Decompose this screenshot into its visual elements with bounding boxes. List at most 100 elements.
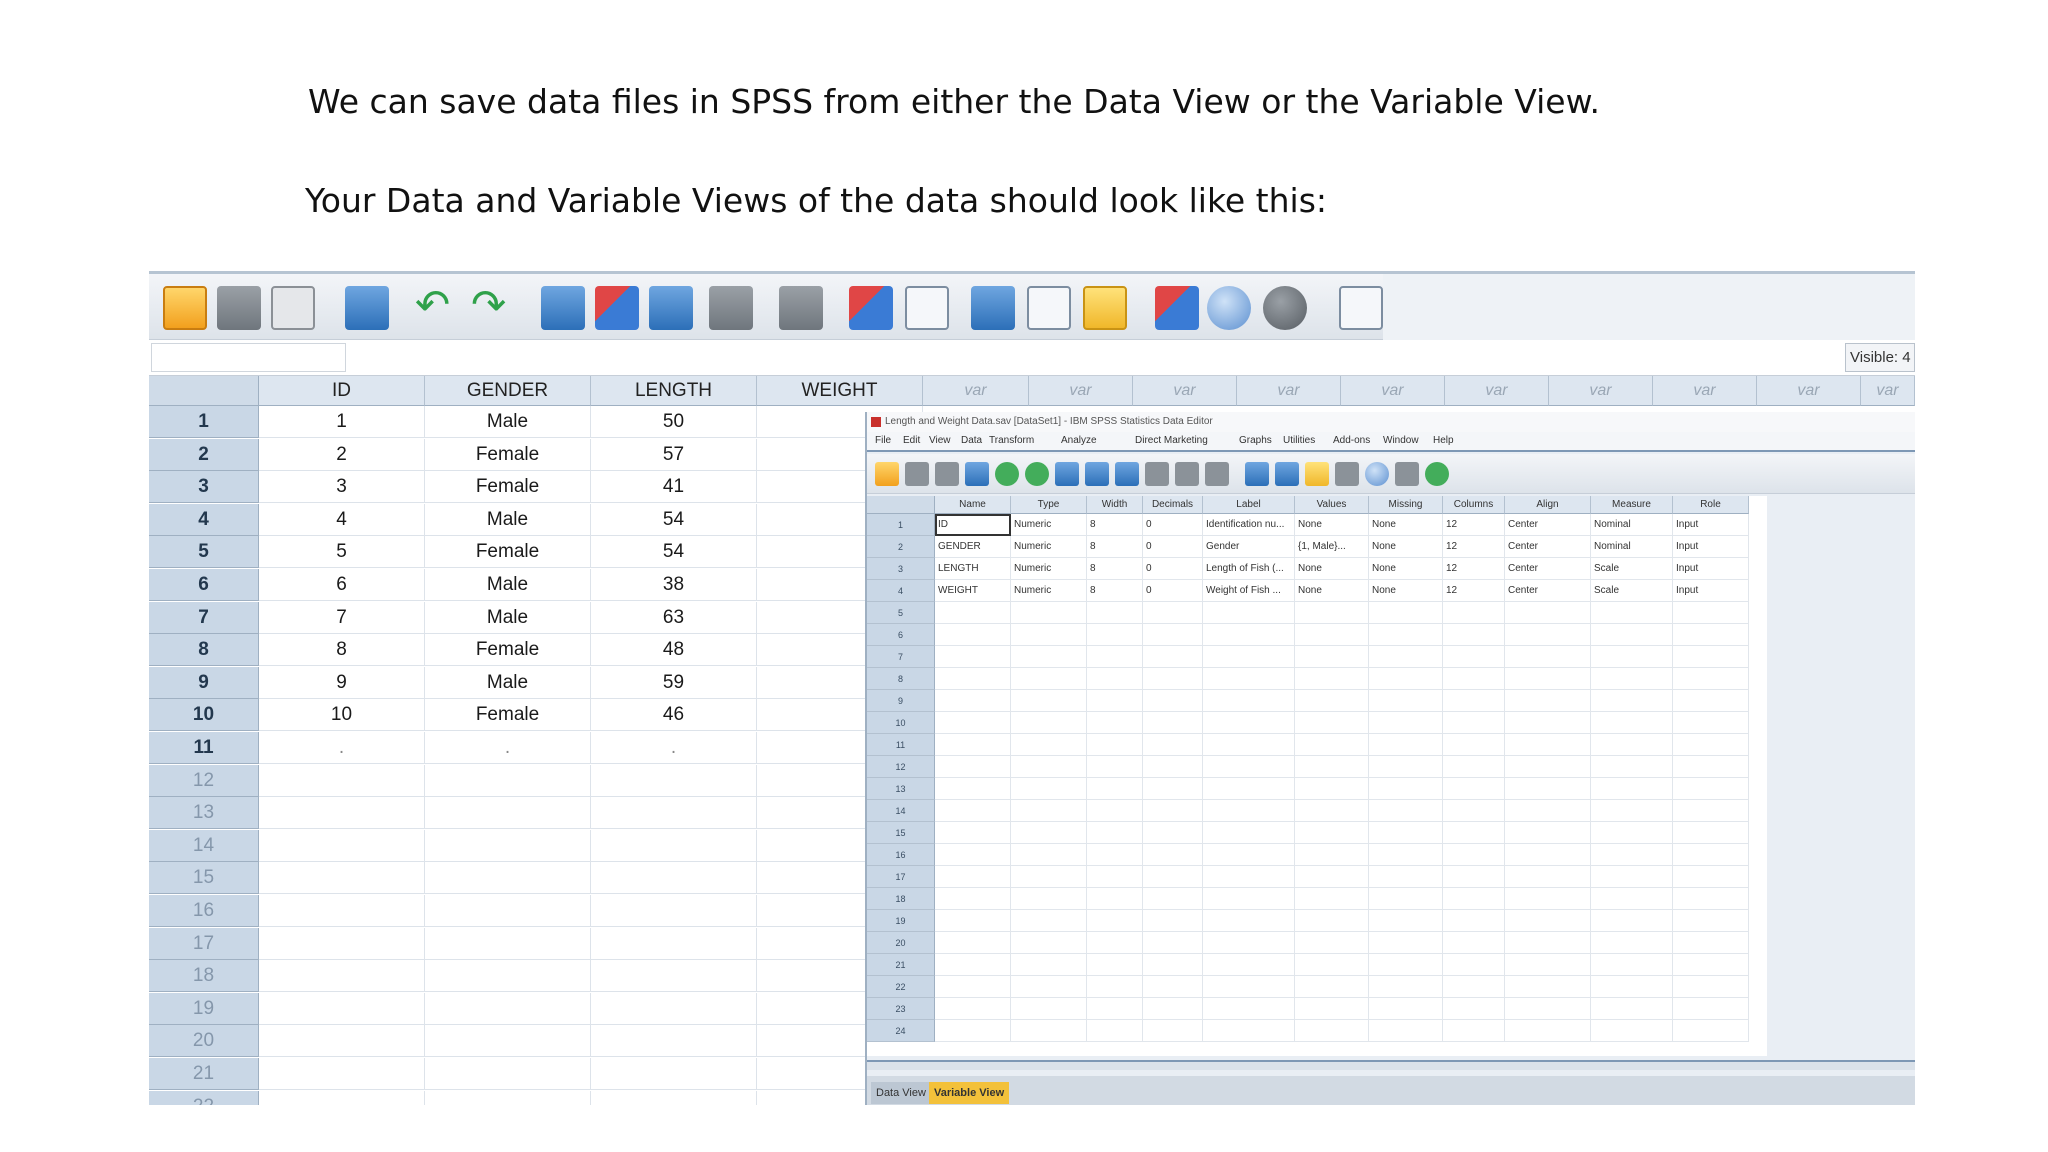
variable-cell[interactable] [1591,844,1673,866]
tab-variable-view[interactable]: Variable View [929,1082,1010,1104]
table-cell[interactable] [425,764,591,797]
variable-cell[interactable]: None [1295,558,1369,580]
variable-cell[interactable] [1443,932,1505,954]
column-header[interactable]: var [1341,376,1445,406]
variable-cell[interactable] [1591,756,1673,778]
toolbar-icon[interactable] [1175,462,1199,486]
variable-cell[interactable]: {1, Male}... [1295,536,1369,558]
variable-cell[interactable]: None [1295,514,1369,536]
variable-cell[interactable] [1143,668,1203,690]
table-cell[interactable]: 50 [591,406,757,438]
variable-cell[interactable]: 8 [1087,558,1143,580]
variable-cell[interactable]: Center [1505,580,1591,602]
variable-row-number[interactable]: 24 [867,1020,935,1042]
toolbar-icon[interactable] [965,462,989,486]
table-cell[interactable]: 1 [259,406,425,438]
variable-cell[interactable] [1203,822,1295,844]
variable-row-number[interactable]: 7 [867,646,935,668]
table-cell[interactable]: 3 [259,471,425,504]
variable-row-number[interactable]: 22 [867,976,935,998]
column-header[interactable]: var [1549,376,1653,406]
variable-cell[interactable] [1011,954,1087,976]
variable-cell[interactable]: Scale [1591,558,1673,580]
variable-cell[interactable] [1369,602,1443,624]
toolbar-icon[interactable] [1145,462,1169,486]
variable-cell[interactable] [1505,888,1591,910]
variable-cell[interactable] [1369,1020,1443,1042]
table-cell[interactable] [259,1025,425,1058]
table-cell[interactable]: Male [425,666,591,699]
variable-cell[interactable]: Gender [1203,536,1295,558]
variable-cell[interactable] [1203,932,1295,954]
toolbar-icon[interactable] [1425,462,1449,486]
variable-cell[interactable] [1591,668,1673,690]
row-number[interactable]: 15 [149,862,259,895]
variable-cell[interactable] [1443,646,1505,668]
variable-cell[interactable] [1369,756,1443,778]
variable-cell[interactable] [1087,976,1143,998]
table-cell[interactable]: 9 [259,666,425,699]
variable-cell[interactable] [1505,1020,1591,1042]
table-cell[interactable] [259,862,425,895]
variable-cell[interactable] [1011,690,1087,712]
variable-cell[interactable] [1203,756,1295,778]
variable-cell[interactable] [1591,602,1673,624]
variable-cell[interactable] [1143,866,1203,888]
variable-cell[interactable] [1087,954,1143,976]
variable-cell[interactable] [1087,646,1143,668]
variable-cell[interactable] [1143,734,1203,756]
variable-cell[interactable] [1673,888,1749,910]
variable-cell[interactable] [935,668,1011,690]
table-cell[interactable]: 8 [259,634,425,667]
variable-cell[interactable] [1143,844,1203,866]
use-variable-sets-icon[interactable] [1207,286,1251,330]
column-header[interactable]: var [1133,376,1237,406]
row-number[interactable]: 7 [149,601,259,634]
table-cell[interactable]: Female [425,699,591,732]
variable-cell[interactable] [1369,778,1443,800]
variable-cell[interactable] [1443,800,1505,822]
variable-column-header[interactable]: Values [1295,496,1369,514]
table-cell[interactable]: 57 [591,438,757,471]
variable-cell[interactable] [1443,734,1505,756]
variable-cell[interactable] [1087,712,1143,734]
variable-cell[interactable] [1295,800,1369,822]
variable-cell[interactable] [1591,976,1673,998]
variable-cell[interactable] [1203,712,1295,734]
variable-cell[interactable] [1087,866,1143,888]
goto-case-icon[interactable] [541,286,585,330]
menu-item[interactable]: Data [961,435,982,446]
variable-cell[interactable]: Nominal [1591,514,1673,536]
variable-cell[interactable] [1143,888,1203,910]
variable-cell[interactable] [1295,888,1369,910]
menu-item[interactable]: View [929,435,951,446]
toolbar-icon[interactable] [875,462,899,486]
variable-cell[interactable] [1143,998,1203,1020]
toolbar-icon[interactable] [1085,462,1109,486]
variable-cell[interactable]: 0 [1143,514,1203,536]
table-cell[interactable]: . [425,732,591,764]
variable-cell[interactable] [1295,602,1369,624]
column-header[interactable]: GENDER [425,376,591,406]
table-cell[interactable] [591,829,757,862]
table-cell[interactable]: 2 [259,438,425,471]
split-file-icon[interactable] [971,286,1015,330]
table-cell[interactable]: Male [425,601,591,634]
variable-cell[interactable] [1505,734,1591,756]
variable-cell[interactable] [1295,756,1369,778]
variable-cell[interactable] [935,954,1011,976]
variable-row-number[interactable]: 3 [867,558,935,580]
variable-cell[interactable] [1369,800,1443,822]
variable-cell[interactable] [1673,624,1749,646]
variable-cell[interactable] [1505,668,1591,690]
variable-column-header[interactable]: Align [1505,496,1591,514]
variable-cell[interactable] [1591,954,1673,976]
variable-row-number[interactable]: 19 [867,910,935,932]
table-cell[interactable] [591,927,757,960]
variable-cell[interactable] [1591,778,1673,800]
variable-cell[interactable] [1011,866,1087,888]
menu-item[interactable]: File [875,435,891,446]
goto-variable-icon[interactable] [595,286,639,330]
variable-row-number[interactable]: 1 [867,514,935,536]
variable-cell[interactable] [1443,778,1505,800]
